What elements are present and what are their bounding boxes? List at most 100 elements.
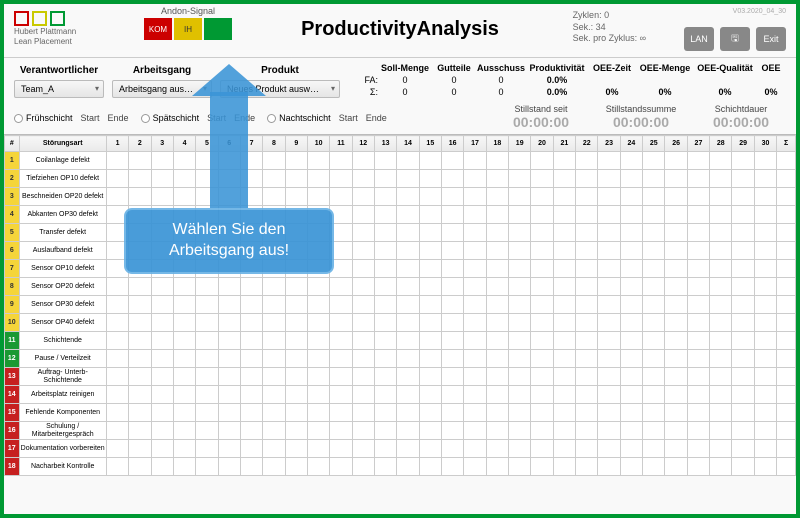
grid-cell[interactable] bbox=[263, 296, 285, 314]
grid-cell[interactable] bbox=[419, 332, 441, 350]
grid-cell[interactable] bbox=[129, 152, 151, 170]
grid-cell[interactable] bbox=[754, 242, 776, 260]
grid-cell[interactable] bbox=[598, 206, 620, 224]
grid-cell[interactable] bbox=[129, 386, 151, 404]
grid-cell[interactable] bbox=[285, 152, 307, 170]
grid-cell[interactable] bbox=[374, 296, 396, 314]
grid-cell[interactable] bbox=[352, 314, 374, 332]
grid-cell[interactable] bbox=[665, 422, 687, 440]
grid-cell[interactable] bbox=[374, 170, 396, 188]
grid-cell[interactable] bbox=[710, 188, 732, 206]
grid-cell[interactable] bbox=[754, 368, 776, 386]
grid-cell[interactable] bbox=[240, 314, 262, 332]
grid-cell[interactable] bbox=[486, 188, 508, 206]
grid-cell[interactable] bbox=[419, 314, 441, 332]
grid-cell[interactable] bbox=[643, 296, 665, 314]
grid-cell[interactable] bbox=[509, 278, 531, 296]
grid-cell[interactable] bbox=[509, 314, 531, 332]
grid-cell[interactable] bbox=[486, 314, 508, 332]
grid-cell[interactable] bbox=[285, 350, 307, 368]
grid-cell[interactable] bbox=[173, 350, 195, 368]
grid-cell[interactable] bbox=[553, 404, 575, 422]
grid-cell[interactable] bbox=[218, 350, 240, 368]
grid-cell[interactable] bbox=[285, 242, 307, 260]
andon-green-button[interactable] bbox=[204, 18, 232, 40]
grid-cell[interactable] bbox=[620, 242, 642, 260]
grid-cell[interactable] bbox=[285, 368, 307, 386]
grid-cell[interactable] bbox=[442, 440, 464, 458]
grid-cell[interactable] bbox=[576, 296, 598, 314]
grid-cell[interactable] bbox=[732, 296, 754, 314]
grid-cell[interactable] bbox=[151, 278, 173, 296]
grid-cell[interactable] bbox=[598, 404, 620, 422]
produkt-dropdown[interactable]: Neues Produkt auswählen! bbox=[220, 80, 340, 98]
grid-cell[interactable] bbox=[620, 170, 642, 188]
andon-kom-button[interactable]: KOM bbox=[144, 18, 172, 40]
grid-cell[interactable] bbox=[352, 404, 374, 422]
grid-cell[interactable] bbox=[576, 152, 598, 170]
grid-cell[interactable] bbox=[173, 260, 195, 278]
grid-cell[interactable] bbox=[196, 422, 218, 440]
grid-cell[interactable] bbox=[442, 242, 464, 260]
grid-cell[interactable] bbox=[710, 332, 732, 350]
grid-cell[interactable] bbox=[419, 152, 441, 170]
grid-cell[interactable] bbox=[352, 260, 374, 278]
grid-cell[interactable] bbox=[285, 458, 307, 476]
grid-cell[interactable] bbox=[665, 188, 687, 206]
grid-cell[interactable] bbox=[330, 242, 352, 260]
grid-cell[interactable] bbox=[732, 206, 754, 224]
grid-cell[interactable] bbox=[620, 350, 642, 368]
grid-cell[interactable] bbox=[576, 440, 598, 458]
grid-cell[interactable] bbox=[665, 404, 687, 422]
grid-cell[interactable] bbox=[307, 314, 329, 332]
grid-cell[interactable] bbox=[598, 350, 620, 368]
grid-cell[interactable] bbox=[106, 224, 128, 242]
grid-cell[interactable] bbox=[598, 458, 620, 476]
grid-cell[interactable] bbox=[710, 404, 732, 422]
grid-cell[interactable] bbox=[553, 278, 575, 296]
grid-cell[interactable] bbox=[531, 422, 553, 440]
grid-cell[interactable] bbox=[665, 314, 687, 332]
grid-cell[interactable] bbox=[263, 242, 285, 260]
grid-cell[interactable] bbox=[620, 278, 642, 296]
grid-cell[interactable] bbox=[553, 206, 575, 224]
grid-cell[interactable] bbox=[486, 404, 508, 422]
grid-cell[interactable] bbox=[151, 296, 173, 314]
grid-cell[interactable] bbox=[643, 440, 665, 458]
grid-cell[interactable] bbox=[196, 170, 218, 188]
grid-cell[interactable] bbox=[263, 368, 285, 386]
grid-cell[interactable] bbox=[173, 242, 195, 260]
grid-cell[interactable] bbox=[330, 440, 352, 458]
grid-cell[interactable] bbox=[732, 440, 754, 458]
grid-cell[interactable] bbox=[352, 152, 374, 170]
grid-cell[interactable] bbox=[397, 332, 419, 350]
grid-cell[interactable] bbox=[307, 422, 329, 440]
grid-cell[interactable] bbox=[285, 206, 307, 224]
grid-cell[interactable] bbox=[419, 368, 441, 386]
grid-cell[interactable] bbox=[442, 296, 464, 314]
grid-cell[interactable] bbox=[397, 242, 419, 260]
grid-cell[interactable] bbox=[464, 224, 486, 242]
grid-cell[interactable] bbox=[486, 260, 508, 278]
grid-cell[interactable] bbox=[285, 188, 307, 206]
grid-cell[interactable] bbox=[196, 260, 218, 278]
grid-cell[interactable] bbox=[687, 224, 709, 242]
grid-cell[interactable] bbox=[486, 296, 508, 314]
grid-cell[interactable] bbox=[240, 278, 262, 296]
grid-cell[interactable] bbox=[509, 152, 531, 170]
grid-cell[interactable] bbox=[553, 458, 575, 476]
grid-cell[interactable] bbox=[419, 386, 441, 404]
grid-cell[interactable] bbox=[754, 314, 776, 332]
grid-cell[interactable] bbox=[419, 188, 441, 206]
grid-cell[interactable] bbox=[732, 422, 754, 440]
grid-cell[interactable] bbox=[598, 242, 620, 260]
grid-cell[interactable] bbox=[620, 260, 642, 278]
grid-cell[interactable] bbox=[307, 224, 329, 242]
grid-cell[interactable] bbox=[352, 188, 374, 206]
grid-cell[interactable] bbox=[464, 170, 486, 188]
grid-cell[interactable] bbox=[732, 404, 754, 422]
grid-cell[interactable] bbox=[643, 368, 665, 386]
grid-cell[interactable] bbox=[106, 332, 128, 350]
grid-cell[interactable] bbox=[643, 404, 665, 422]
grid-cell[interactable] bbox=[374, 332, 396, 350]
